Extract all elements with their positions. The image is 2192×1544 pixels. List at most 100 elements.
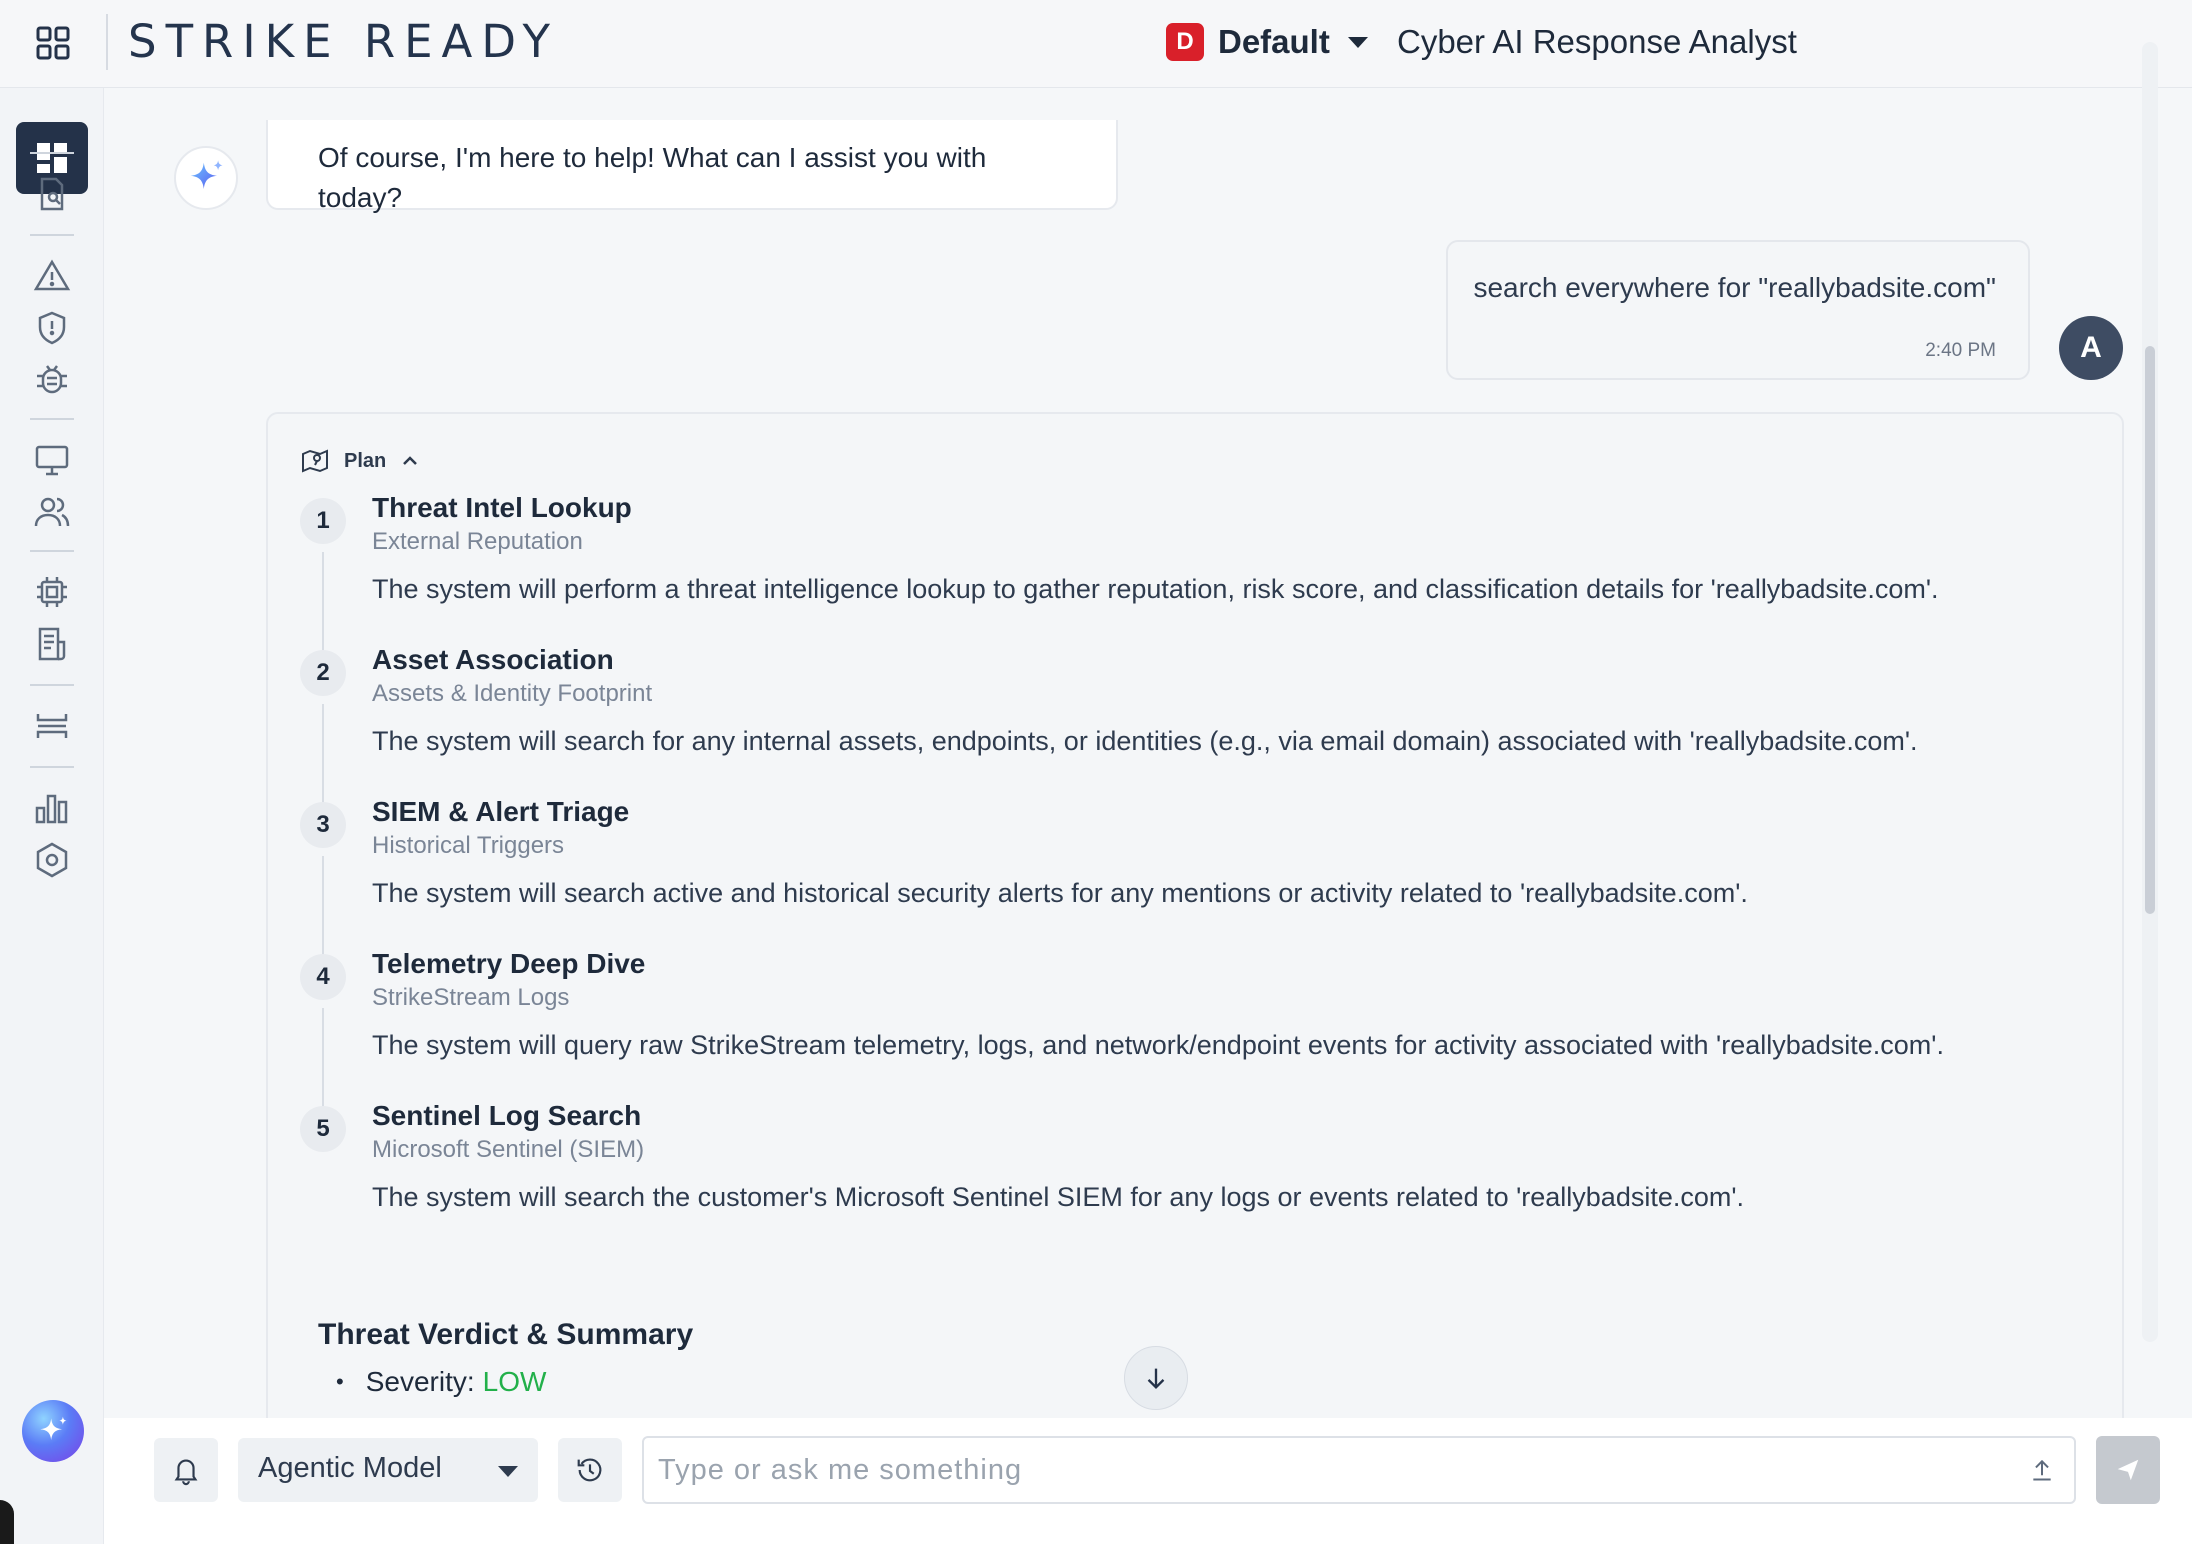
step-number: 2 <box>300 650 346 696</box>
tenant-name: Default <box>1218 23 1330 60</box>
upload-button[interactable] <box>2024 1452 2060 1488</box>
sparkle-icon <box>190 160 223 189</box>
sidebar-separator <box>30 550 74 552</box>
step-title: Sentinel Log Search <box>372 1100 642 1131</box>
send-icon <box>2117 1459 2139 1481</box>
sidebar-item-assets[interactable] <box>30 438 74 482</box>
step-subtitle: Historical Triggers <box>372 832 565 859</box>
step-connector <box>322 1008 324 1108</box>
header-divider <box>106 14 108 70</box>
step-connector <box>322 856 324 956</box>
ai-assistant-button[interactable] <box>22 1400 84 1462</box>
chat-input[interactable] <box>658 1446 1978 1494</box>
step-description: The system will query raw StrikeStream t… <box>372 1030 1944 1060</box>
window-corner <box>0 1500 14 1544</box>
step-connector <box>322 552 324 652</box>
map-pin-icon <box>302 449 328 473</box>
step-title: Telemetry Deep Dive <box>372 948 646 979</box>
step-number: 3 <box>300 802 346 848</box>
sidebar-item-alerts[interactable] <box>30 254 74 298</box>
chat-input-container <box>642 1436 2076 1504</box>
sidebar <box>0 88 104 1544</box>
plan-label: Plan <box>344 449 387 472</box>
sidebar-item-pipelines[interactable] <box>30 704 74 748</box>
step-description: The system will search for any internal … <box>372 726 1918 756</box>
sidebar-item-threats[interactable] <box>30 358 74 402</box>
step-subtitle: StrikeStream Logs <box>372 984 570 1011</box>
upload-icon <box>2033 1459 2051 1481</box>
severity-value: LOW <box>482 1366 547 1397</box>
bar-chart-icon <box>35 794 68 824</box>
arrow-down-icon <box>1147 1368 1165 1389</box>
step-subtitle: Microsoft Sentinel (SIEM) <box>372 1136 645 1163</box>
sidebar-item-settings[interactable] <box>30 838 74 882</box>
app-root: STRIKE READY D Default Cyber AI Response… <box>0 0 2192 1544</box>
hexagon-settings-icon <box>36 842 68 878</box>
page-title: Cyber AI Response Analyst <box>1397 23 1797 60</box>
verdict-heading: Threat Verdict & Summary <box>318 1318 694 1351</box>
history-button[interactable] <box>558 1438 622 1502</box>
top-header: STRIKE READY D Default Cyber AI Response… <box>0 0 2192 88</box>
step-number: 4 <box>300 954 346 1000</box>
monitor-icon <box>35 445 69 476</box>
bullet: • <box>336 1369 344 1394</box>
bell-icon <box>174 1459 198 1486</box>
sidebar-separator <box>30 766 74 768</box>
sidebar-item-users[interactable] <box>30 490 74 534</box>
step-title: Asset Association <box>372 644 614 675</box>
step-subtitle: External Reputation <box>372 528 583 555</box>
tenant-badge: D <box>1166 23 1204 61</box>
severity-line: • Severity: LOW <box>336 1366 546 1398</box>
send-button[interactable] <box>2096 1436 2160 1504</box>
step-title: Threat Intel Lookup <box>372 492 632 523</box>
warning-icon <box>33 259 71 291</box>
plan-card <box>266 412 2124 1452</box>
document-search-icon <box>40 177 64 211</box>
sidebar-item-analytics[interactable] <box>30 786 74 830</box>
ai-message-bubble: Of course, I'm here to help! What can I … <box>266 120 1118 213</box>
history-icon <box>577 1458 602 1482</box>
sidebar-item-integrations[interactable] <box>30 570 74 614</box>
sparkle-icon <box>40 1416 67 1440</box>
model-selector[interactable]: Agentic Model <box>238 1438 538 1502</box>
scrollbar-thumb[interactable] <box>2145 346 2155 914</box>
notifications-button[interactable] <box>154 1438 218 1502</box>
bug-icon <box>37 365 67 394</box>
sidebar-item-security[interactable] <box>30 306 74 350</box>
caret-down-icon <box>498 1466 518 1477</box>
sidebar-separator <box>30 418 74 420</box>
model-selector-value: Agentic Model <box>258 1452 442 1484</box>
chevron-up-icon <box>403 456 418 465</box>
user-avatar: A <box>2059 316 2123 380</box>
sidebar-item-reports[interactable] <box>30 622 74 666</box>
step-description: The system will search the customer's Mi… <box>372 1182 1745 1212</box>
user-message-text: search everywhere for "reallybadsite.com… <box>1473 272 1996 303</box>
step-title: SIEM & Alert Triage <box>372 796 630 827</box>
step-subtitle: Assets & Identity Footprint <box>372 680 653 707</box>
caret-down-icon <box>1347 36 1368 48</box>
report-icon <box>38 627 66 661</box>
step-connector <box>322 704 324 804</box>
dashboard-icon <box>37 143 67 173</box>
ai-avatar <box>174 146 238 210</box>
step-number: 5 <box>300 1106 346 1152</box>
chip-icon <box>37 577 67 607</box>
plan-toggle[interactable]: Plan <box>300 444 420 478</box>
sidebar-item-search-report[interactable] <box>30 172 74 216</box>
sidebar-separator <box>30 152 74 154</box>
sidebar-separator <box>30 684 74 686</box>
step-number: 1 <box>300 498 346 544</box>
user-message-bubble: search everywhere for "reallybadsite.com… <box>1446 240 2030 380</box>
scroll-to-bottom-button[interactable] <box>1124 1346 1188 1410</box>
step-description: The system will search active and histor… <box>372 878 1748 908</box>
message-timestamp: 2:40 PM <box>1925 340 1996 361</box>
step-description: The system will perform a threat intelli… <box>372 574 1939 604</box>
tenant-selector[interactable]: D Default <box>1166 18 1368 66</box>
users-icon <box>34 497 70 527</box>
sidebar-separator <box>30 234 74 236</box>
shield-icon <box>38 311 66 345</box>
severity-label: Severity: <box>365 1366 475 1397</box>
brand-logo: STRIKE READY <box>128 15 559 68</box>
layers-icon <box>36 714 68 738</box>
apps-grid-icon[interactable] <box>36 26 70 60</box>
